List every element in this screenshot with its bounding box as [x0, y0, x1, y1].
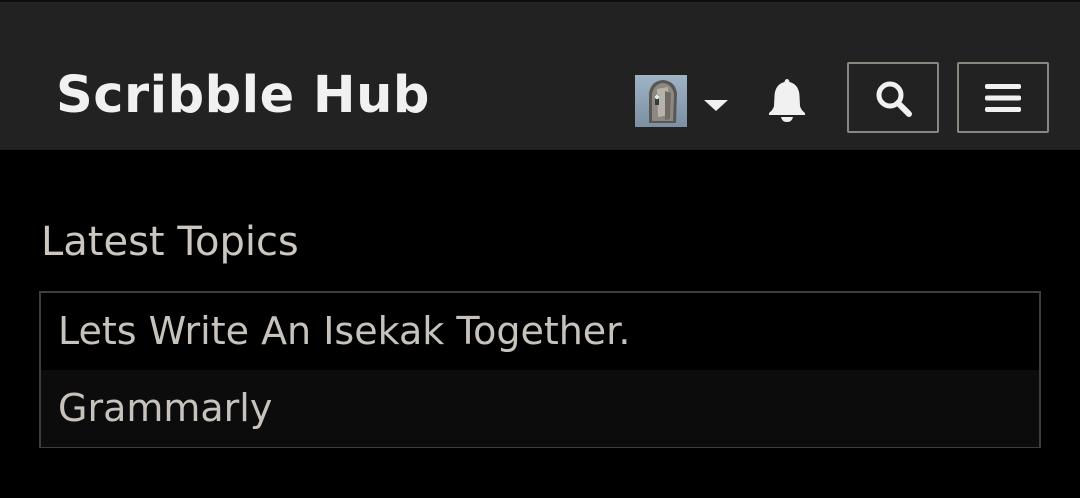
user-avatar[interactable]	[635, 75, 687, 127]
menu-button[interactable]	[957, 62, 1049, 133]
top-navigation-bar: Scribble Hub	[0, 0, 1080, 150]
search-button[interactable]	[847, 62, 939, 133]
hamburger-menu-icon	[985, 83, 1021, 112]
bell-icon[interactable]	[765, 76, 809, 122]
topic-link[interactable]: Lets Write An Isekak Together.	[41, 293, 1039, 370]
topic-link[interactable]: Grammarly	[41, 370, 1039, 447]
site-logo-title[interactable]: Scribble Hub	[56, 64, 430, 128]
search-icon	[876, 81, 912, 117]
avatar-image	[635, 75, 687, 127]
caret-down-icon[interactable]	[703, 94, 729, 114]
latest-topics-heading: Latest Topics	[41, 219, 299, 265]
latest-topics-list: Lets Write An Isekak Together. Grammarly	[39, 291, 1041, 448]
